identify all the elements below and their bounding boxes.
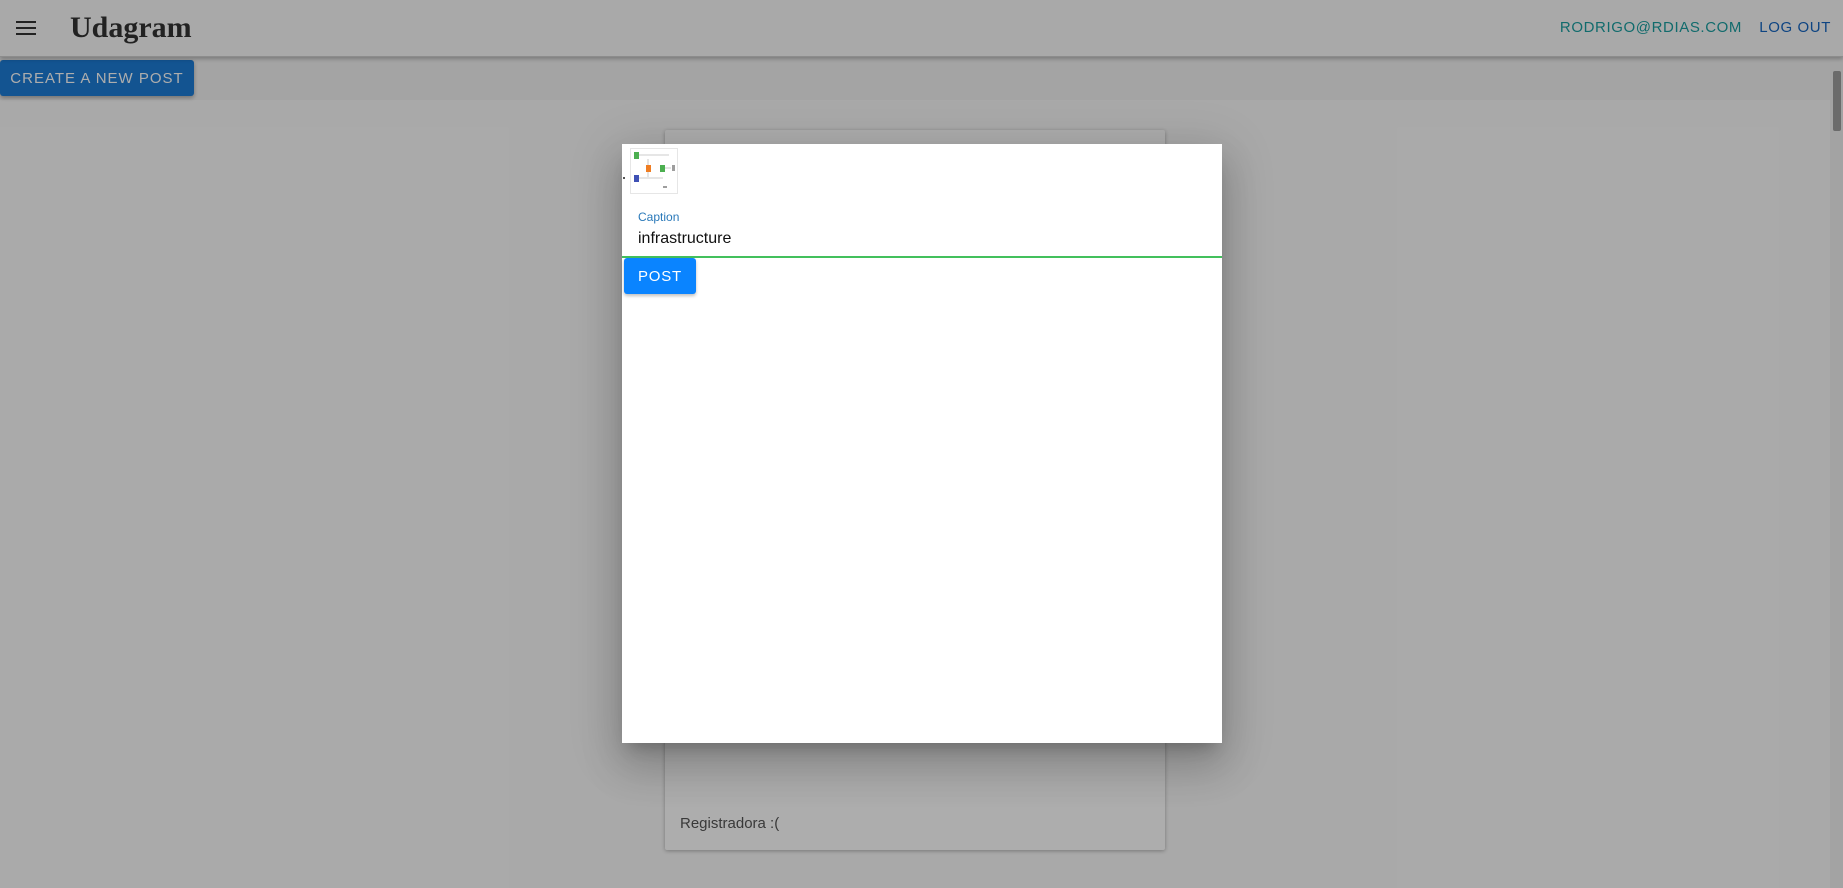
caption-label: Caption: [638, 210, 680, 224]
new-post-dialog: Caption POST: [622, 144, 1222, 743]
caption-input[interactable]: [638, 228, 1198, 250]
caption-field: Caption: [622, 204, 1222, 258]
image-preview-thumbnail: [630, 148, 678, 194]
text-caret-mark: [623, 177, 625, 179]
post-button[interactable]: POST: [624, 258, 696, 294]
diagram-thumbnail-icon: [634, 152, 675, 188]
caption-focus-underline: [622, 256, 1222, 258]
